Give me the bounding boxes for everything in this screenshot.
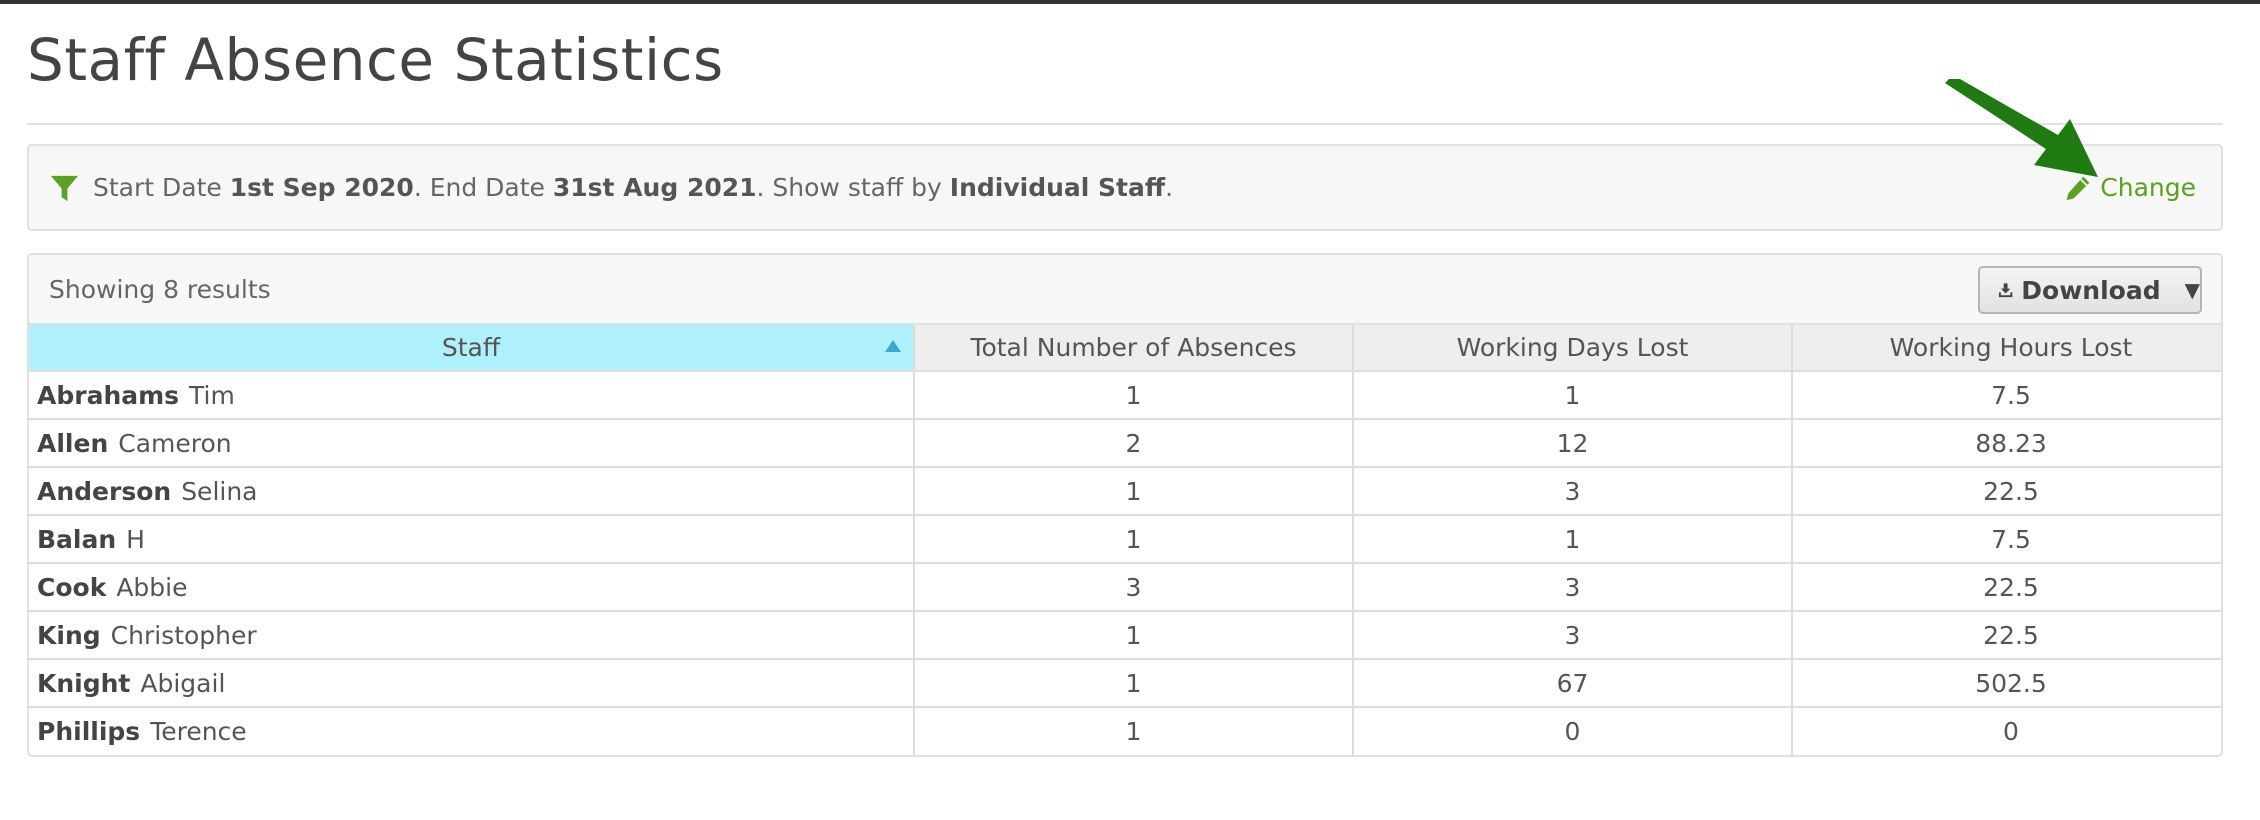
column-header-staff[interactable]: Staff: [29, 325, 915, 372]
table-row: Cook Abbie 3 3 22.5: [29, 563, 2221, 612]
show-staff-label: . Show staff by: [756, 173, 942, 202]
absences-cell: 1: [914, 707, 1354, 755]
sort-ascending-icon: [885, 340, 901, 352]
hours-lost-cell: 502.5: [1792, 659, 2221, 708]
days-lost-cell: 0: [1353, 707, 1793, 755]
download-button-label: Download: [2021, 275, 2161, 305]
hours-lost-cell: 22.5: [1792, 467, 2221, 516]
days-lost-cell: 1: [1353, 371, 1793, 420]
staff-name-cell: King Christopher: [29, 611, 915, 660]
caret-down-icon: ▼: [2184, 278, 2200, 302]
annotation-arrow-icon: [1945, 79, 2098, 177]
filter-icon: [50, 175, 79, 202]
results-toolbar: Showing 8 results Download ▼: [29, 255, 2221, 325]
column-header-working-days-lost[interactable]: Working Days Lost: [1353, 325, 1793, 372]
absences-cell: 3: [914, 563, 1354, 612]
table-header-row: Staff Total Number of Absences Working D…: [29, 325, 2221, 372]
staff-name-cell: Cook Abbie: [29, 563, 915, 612]
table-row: Allen Cameron 2 12 88.23: [29, 419, 2221, 468]
table-row: Balan H 1 1 7.5: [29, 515, 2221, 564]
download-icon: [1998, 283, 2013, 298]
column-header-total-absences[interactable]: Total Number of Absences: [914, 325, 1354, 372]
hours-lost-cell: 88.23: [1792, 419, 2221, 468]
staff-forename: Abigail: [140, 668, 226, 698]
hours-lost-cell: 22.5: [1792, 563, 2221, 612]
table-row: Abrahams Tim 1 1 7.5: [29, 371, 2221, 420]
table-row: King Christopher 1 3 22.5: [29, 611, 2221, 660]
days-lost-cell: 67: [1353, 659, 1793, 708]
staff-surname: King: [37, 620, 101, 650]
hours-lost-cell: 0: [2003, 717, 2019, 746]
staff-forename: Cameron: [118, 428, 232, 458]
absences-cell: 1: [914, 659, 1354, 708]
staff-forename: Terence: [150, 717, 247, 746]
column-header-label: Working Hours Lost: [1889, 333, 2133, 362]
absences-cell: 1: [914, 371, 1354, 420]
days-lost-cell: 3: [1353, 563, 1793, 612]
staff-surname: Abrahams: [37, 380, 180, 410]
staff-name-cell: Balan H: [29, 515, 915, 564]
title-divider: [27, 123, 2223, 125]
table-row: Phillips Terence 1 0 0: [29, 707, 2221, 755]
staff-forename: Tim: [189, 380, 235, 410]
staff-surname: Allen: [37, 428, 109, 458]
results-count: Showing 8 results: [49, 275, 271, 304]
filter-summary-bar: Start Date 1st Sep 2020. End Date 31st A…: [27, 144, 2223, 231]
staff-surname: Phillips: [37, 717, 141, 746]
days-lost-cell: 12: [1353, 419, 1793, 468]
absences-cell: 2: [914, 419, 1354, 468]
start-date-value: 1st Sep 2020: [229, 173, 414, 202]
absences-cell: 1: [914, 467, 1354, 516]
table-row: Knight Abigail 1 67 502.5: [29, 659, 2221, 708]
staff-forename: Abbie: [116, 572, 188, 602]
column-header-label: Total Number of Absences: [970, 333, 1297, 362]
absences-cell: 1: [914, 611, 1354, 660]
staff-surname: Anderson: [37, 476, 172, 506]
days-lost-cell: 3: [1353, 467, 1793, 516]
days-lost-cell: 1: [1353, 515, 1793, 564]
staff-absence-table: Staff Total Number of Absences Working D…: [29, 325, 2221, 755]
staff-name-cell: Phillips Terence: [29, 707, 915, 755]
staff-name-cell: Anderson Selina: [29, 467, 915, 516]
staff-surname: Balan: [37, 524, 117, 554]
end-date-label: . End Date: [413, 173, 545, 202]
hours-lost-cell: 22.5: [1792, 611, 2221, 660]
download-button[interactable]: Download ▼: [1978, 266, 2202, 314]
absences-cell: 1: [914, 515, 1354, 564]
start-date-label: Start Date: [93, 173, 222, 202]
column-header-label: Working Days Lost: [1456, 333, 1689, 362]
page-title: Staff Absence Statistics: [27, 26, 724, 94]
filter-end-punct: .: [1165, 173, 1174, 202]
column-header-working-hours-lost[interactable]: Working Hours Lost: [1792, 325, 2221, 372]
show-staff-value: Individual Staff: [949, 173, 1166, 202]
staff-name-cell: Allen Cameron: [29, 419, 915, 468]
staff-forename: Selina: [181, 476, 258, 506]
end-date-value: 31st Aug 2021: [552, 173, 757, 202]
hours-lost-cell: 7.5: [1792, 515, 2221, 564]
staff-forename: Christopher: [110, 620, 257, 650]
days-lost-cell: 3: [1353, 611, 1793, 660]
filter-summary-text: Start Date 1st Sep 2020. End Date 31st A…: [93, 146, 1173, 229]
column-header-label: Staff: [441, 333, 501, 362]
staff-name-cell: Abrahams Tim: [29, 371, 915, 420]
table-row: Anderson Selina 1 3 22.5: [29, 467, 2221, 516]
staff-name-cell: Knight Abigail: [29, 659, 915, 708]
staff-forename: H: [126, 524, 145, 554]
staff-surname: Knight: [37, 668, 131, 698]
results-panel: Showing 8 results Download ▼ Staff Total…: [27, 253, 2223, 757]
staff-surname: Cook: [37, 572, 107, 602]
hours-lost-cell: 7.5: [1792, 371, 2221, 420]
